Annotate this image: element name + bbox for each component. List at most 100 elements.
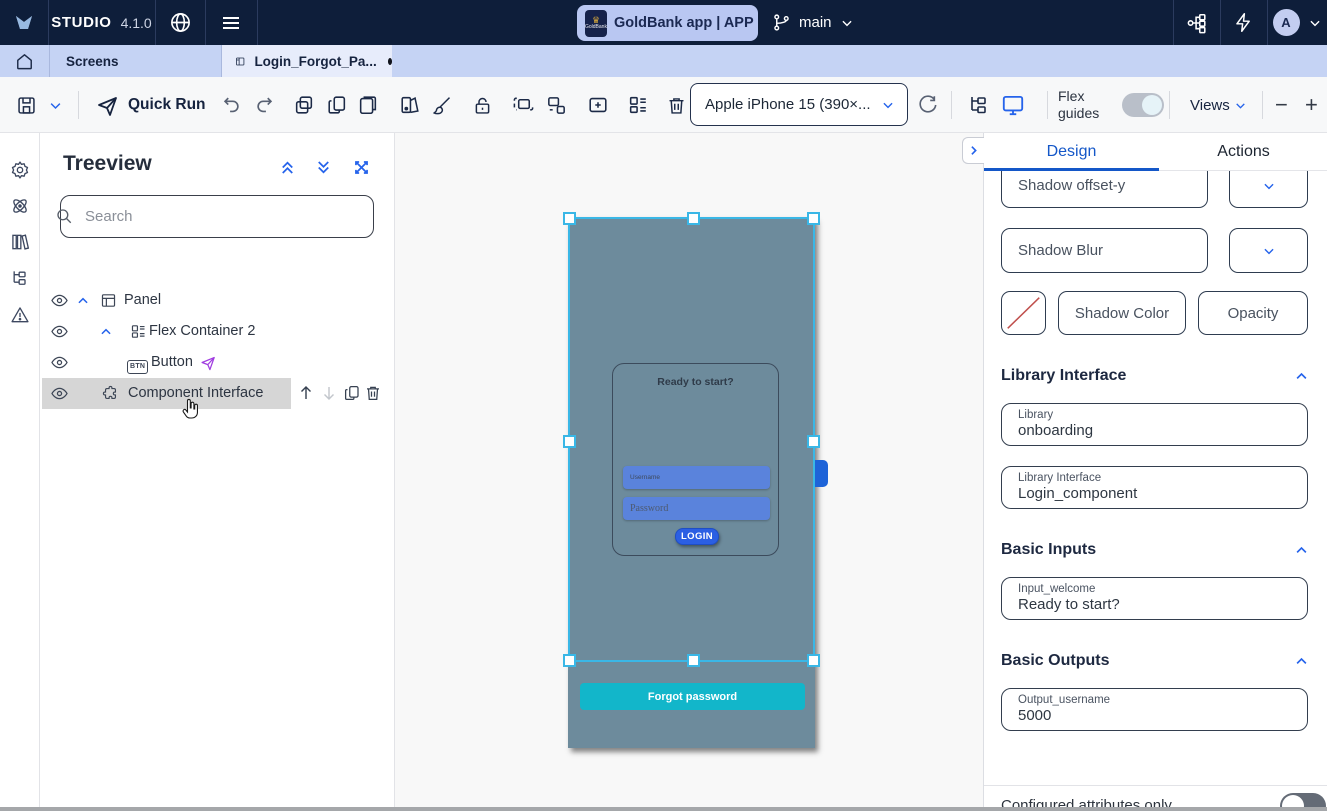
home-icon — [15, 52, 34, 71]
duplicate-button[interactable] — [293, 77, 315, 133]
tab-actions[interactable]: Actions — [1159, 133, 1327, 171]
paste-button[interactable] — [357, 77, 379, 133]
save-options-button[interactable] — [48, 77, 63, 133]
expand-panel-button[interactable] — [352, 158, 371, 177]
collapse-chevron[interactable] — [76, 294, 90, 308]
expand-arrows-icon — [352, 158, 371, 177]
undo-button[interactable] — [220, 77, 242, 133]
flow-tree-icon — [1186, 12, 1208, 34]
copy-element-button[interactable] — [343, 384, 361, 402]
treeview-rail-button[interactable] — [10, 268, 30, 288]
selection-drag-tab[interactable] — [815, 460, 828, 487]
settings-button[interactable] — [10, 160, 30, 180]
shadow-blur-unit-dropdown[interactable] — [1229, 228, 1308, 273]
automations-button[interactable] — [1220, 0, 1267, 45]
visibility-eye-icon[interactable] — [50, 291, 69, 310]
main-menu-button[interactable] — [205, 0, 257, 45]
forgot-password-button[interactable]: Forgot password — [580, 683, 805, 710]
resize-handle-nw[interactable] — [563, 212, 576, 225]
theme-button[interactable] — [399, 77, 421, 133]
ungroup-icon — [545, 94, 568, 117]
treeview-toggle-button[interactable] — [967, 77, 991, 133]
visibility-eye-icon[interactable] — [50, 322, 69, 341]
group-button[interactable] — [512, 77, 535, 133]
tree-row-button[interactable]: BTN Button — [40, 347, 395, 378]
refresh-button[interactable] — [916, 77, 938, 133]
collapse-chevron[interactable] — [99, 325, 113, 339]
design-canvas[interactable]: Ready to start? Username Password LOGIN … — [395, 133, 983, 808]
flex-guides-toggle[interactable] — [1122, 77, 1164, 133]
preview-monitor-button[interactable] — [1000, 77, 1026, 133]
library-interface-field[interactable]: Library Interface Login_component — [1001, 466, 1308, 509]
new-container-button[interactable] — [587, 77, 609, 133]
resize-handle-w[interactable] — [563, 435, 576, 448]
basic-inputs-section-header: Basic Inputs — [1001, 541, 1096, 559]
expand-all-button[interactable] — [314, 158, 333, 177]
move-up-button[interactable] — [297, 384, 315, 402]
double-chevron-down-icon — [314, 158, 333, 177]
logic-button[interactable] — [10, 196, 30, 216]
selection-outline — [568, 217, 815, 662]
tab-screens[interactable]: Screens — [50, 45, 222, 77]
shadow-offset-y-field[interactable]: Shadow offset-y — [1001, 171, 1208, 208]
account-menu[interactable]: A — [1267, 0, 1327, 45]
tree-icon — [10, 268, 30, 288]
delete-element-button[interactable] — [364, 384, 382, 402]
collapse-panel-button[interactable] — [962, 137, 984, 164]
device-selector[interactable]: Apple iPhone 15 (390×... — [690, 83, 908, 126]
language-button[interactable] — [155, 0, 205, 45]
views-dropdown[interactable]: Views — [1190, 77, 1247, 133]
section-collapse-chevron[interactable] — [1294, 369, 1309, 384]
resize-handle-ne[interactable] — [807, 212, 820, 225]
save-button[interactable] — [16, 77, 37, 133]
delete-button[interactable] — [666, 77, 687, 133]
move-down-button[interactable] — [320, 384, 338, 402]
copy-button[interactable] — [326, 77, 348, 133]
group-icon — [512, 94, 535, 117]
tree-row-flex-container[interactable]: Flex Container 2 — [40, 316, 395, 347]
layout-blocks-button[interactable] — [627, 77, 649, 133]
unsaved-dot — [388, 58, 392, 65]
studio-logo[interactable] — [0, 0, 48, 45]
brand-name: STUDIO — [51, 14, 111, 31]
opacity-button[interactable]: Opacity — [1198, 291, 1308, 335]
tab-design[interactable]: Design — [984, 133, 1159, 171]
output-username-field[interactable]: Output_username 5000 — [1001, 688, 1308, 731]
shadow-color-button[interactable]: Shadow Color — [1058, 291, 1186, 335]
quick-run-label: Quick Run — [128, 96, 206, 114]
style-brush-button[interactable] — [432, 77, 453, 133]
warnings-button[interactable] — [10, 305, 30, 325]
resize-handle-se[interactable] — [807, 654, 820, 667]
tree-row-panel[interactable]: Panel — [40, 285, 395, 316]
quick-run-button[interactable]: Quick Run — [96, 77, 206, 133]
redo-button[interactable] — [254, 77, 276, 133]
ungroup-button[interactable] — [545, 77, 568, 133]
search-input[interactable] — [60, 195, 374, 238]
tab-login-forgot-page[interactable]: Login_Forgot_Pa... — [222, 45, 392, 77]
resize-handle-e[interactable] — [807, 435, 820, 448]
visibility-eye-icon[interactable] — [50, 353, 69, 372]
collapse-all-button[interactable] — [278, 158, 297, 177]
shadow-offset-y-unit-dropdown[interactable] — [1229, 171, 1308, 208]
visibility-eye-icon[interactable] — [50, 384, 69, 403]
input-welcome-field[interactable]: Input_welcome Ready to start? — [1001, 577, 1308, 620]
resize-handle-s[interactable] — [687, 654, 700, 667]
integrations-button[interactable] — [1173, 0, 1220, 45]
avatar[interactable]: A — [1273, 9, 1300, 36]
app-badge[interactable]: ♛ GoldBank GoldBank app | APP — [577, 5, 758, 41]
tree-row-component-interface[interactable]: Component Interface — [40, 378, 395, 409]
lock-button[interactable] — [472, 77, 493, 133]
section-collapse-chevron[interactable] — [1294, 654, 1309, 669]
shadow-blur-field[interactable]: Shadow Blur — [1001, 228, 1208, 273]
resize-handle-n[interactable] — [687, 212, 700, 225]
horizontal-scrollbar[interactable] — [0, 807, 1327, 811]
library-button[interactable] — [10, 232, 30, 252]
zoom-in-button[interactable]: + — [1305, 77, 1318, 133]
library-field[interactable]: Library onboarding — [1001, 403, 1308, 446]
section-collapse-chevron[interactable] — [1294, 543, 1309, 558]
shadow-color-swatch[interactable] — [1001, 291, 1046, 335]
branch-selector[interactable]: main — [772, 0, 854, 45]
home-button[interactable] — [0, 45, 50, 77]
resize-handle-sw[interactable] — [563, 654, 576, 667]
zoom-out-button[interactable]: − — [1275, 77, 1288, 133]
